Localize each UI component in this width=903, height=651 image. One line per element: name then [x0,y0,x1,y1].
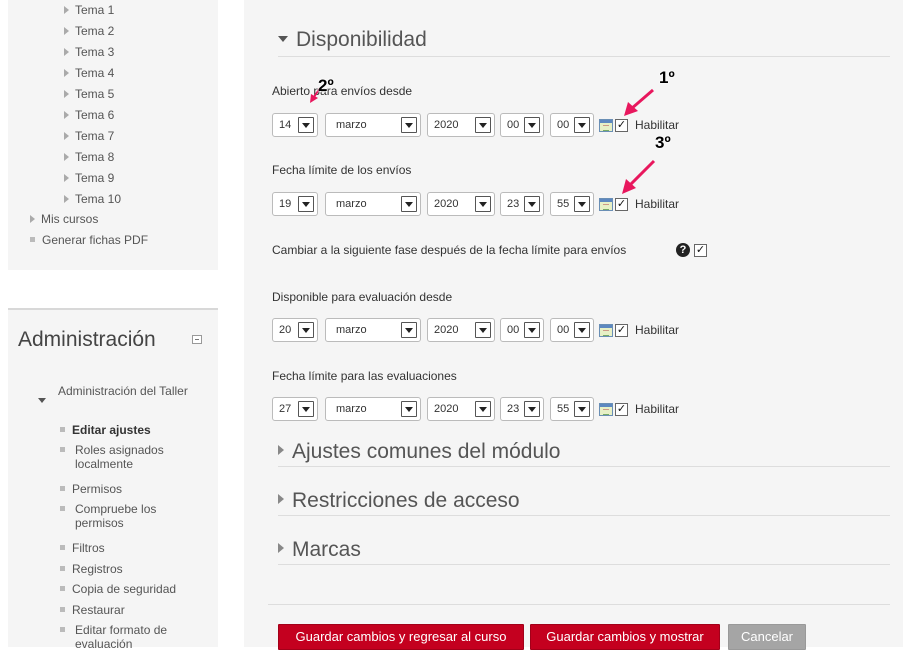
expand-icon [64,48,69,56]
bullet-icon [60,586,65,591]
topic-label: Tema 2 [75,24,115,38]
topic-label: Tema 7 [75,129,115,143]
admin-item-roles[interactable]: Roles asignados localmente [60,443,180,471]
bullet-icon [60,545,65,550]
admin-item-permisos[interactable]: Permisos [60,482,122,496]
admin-item-registros[interactable]: Registros [60,562,123,576]
expand-icon [64,111,69,119]
collapse-block-icon[interactable] [192,335,202,344]
topic-item[interactable]: Tema 7 [64,129,114,143]
annotation-2: 2º [318,76,334,95]
left-sidebar: Tema 1 Tema 2 Tema 3 Tema 4 Tema 5 Tema … [0,0,228,651]
admin-item-label: Editar ajustes [72,423,151,437]
bullet-icon [60,427,65,432]
expand-icon [64,174,69,182]
annotation-3: 3º [655,133,671,152]
expand-icon [30,215,35,223]
my-courses-link[interactable]: Mis cursos [30,212,98,226]
topic-label: Tema 3 [75,45,115,59]
topic-item[interactable]: Tema 8 [64,150,114,164]
navigation-block: Tema 1 Tema 2 Tema 3 Tema 4 Tema 5 Tema … [8,0,218,270]
bullet-icon [60,607,65,612]
main-content: Disponibilidad Abierto para envíos desde… [244,0,903,650]
topic-label: Tema 1 [75,3,115,17]
administration-title: Administración [18,328,156,351]
topic-label: Tema 6 [75,108,115,122]
admin-item-label: Roles asignados localmente [75,443,164,471]
admin-item-label: Registros [72,562,123,576]
admin-item-label: Restaurar [72,603,125,617]
admin-expand-icon[interactable] [38,392,46,406]
topic-item[interactable]: Tema 10 [64,192,121,206]
topic-label: Tema 8 [75,150,115,164]
generate-pdf-label: Generar fichas PDF [42,233,149,247]
topic-item[interactable]: Tema 2 [64,24,114,38]
expand-icon [64,6,69,14]
my-courses-label: Mis cursos [41,212,99,226]
expand-icon [64,27,69,35]
bullet-icon [60,627,65,632]
admin-item-label: Copia de seguridad [72,582,177,596]
topic-item[interactable]: Tema 6 [64,108,114,122]
bullet-icon [30,237,35,242]
annotation-overlay [310,87,656,194]
expand-icon [64,69,69,77]
expand-icon [64,195,69,203]
topic-label: Tema 5 [75,87,115,101]
expand-icon [64,153,69,161]
admin-item-editar-ajustes[interactable]: Editar ajustes [60,423,151,437]
admin-item-comprobar-permisos[interactable]: Compruebe los permisos [60,502,180,530]
admin-item-label: Compruebe los permisos [75,502,157,530]
generate-pdf-link[interactable]: Generar fichas PDF [30,233,148,247]
bullet-icon [60,566,65,571]
bullet-icon [60,506,65,511]
admin-section-label[interactable]: Administración del Taller [58,384,188,398]
admin-item-restaurar[interactable]: Restaurar [60,603,125,617]
topic-label: Tema 10 [75,192,122,206]
bullet-icon [60,447,65,452]
admin-item-label: Filtros [72,541,105,555]
topic-item[interactable]: Tema 9 [64,171,114,185]
topic-label: Tema 4 [75,66,115,80]
topic-item[interactable]: Tema 5 [64,87,114,101]
administration-block: Administración Administración del Taller… [8,308,218,651]
topic-item[interactable]: Tema 3 [64,45,114,59]
topic-item[interactable]: Tema 1 [64,3,114,17]
expand-icon [64,132,69,140]
expand-icon [64,90,69,98]
admin-item-filtros[interactable]: Filtros [60,541,105,555]
topic-item[interactable]: Tema 4 [64,66,114,80]
annotation-1: 1º [659,68,675,87]
admin-item-copia[interactable]: Copia de seguridad [60,582,176,596]
admin-item-label: Permisos [72,482,123,496]
bullet-icon [60,486,65,491]
topic-label: Tema 9 [75,171,115,185]
